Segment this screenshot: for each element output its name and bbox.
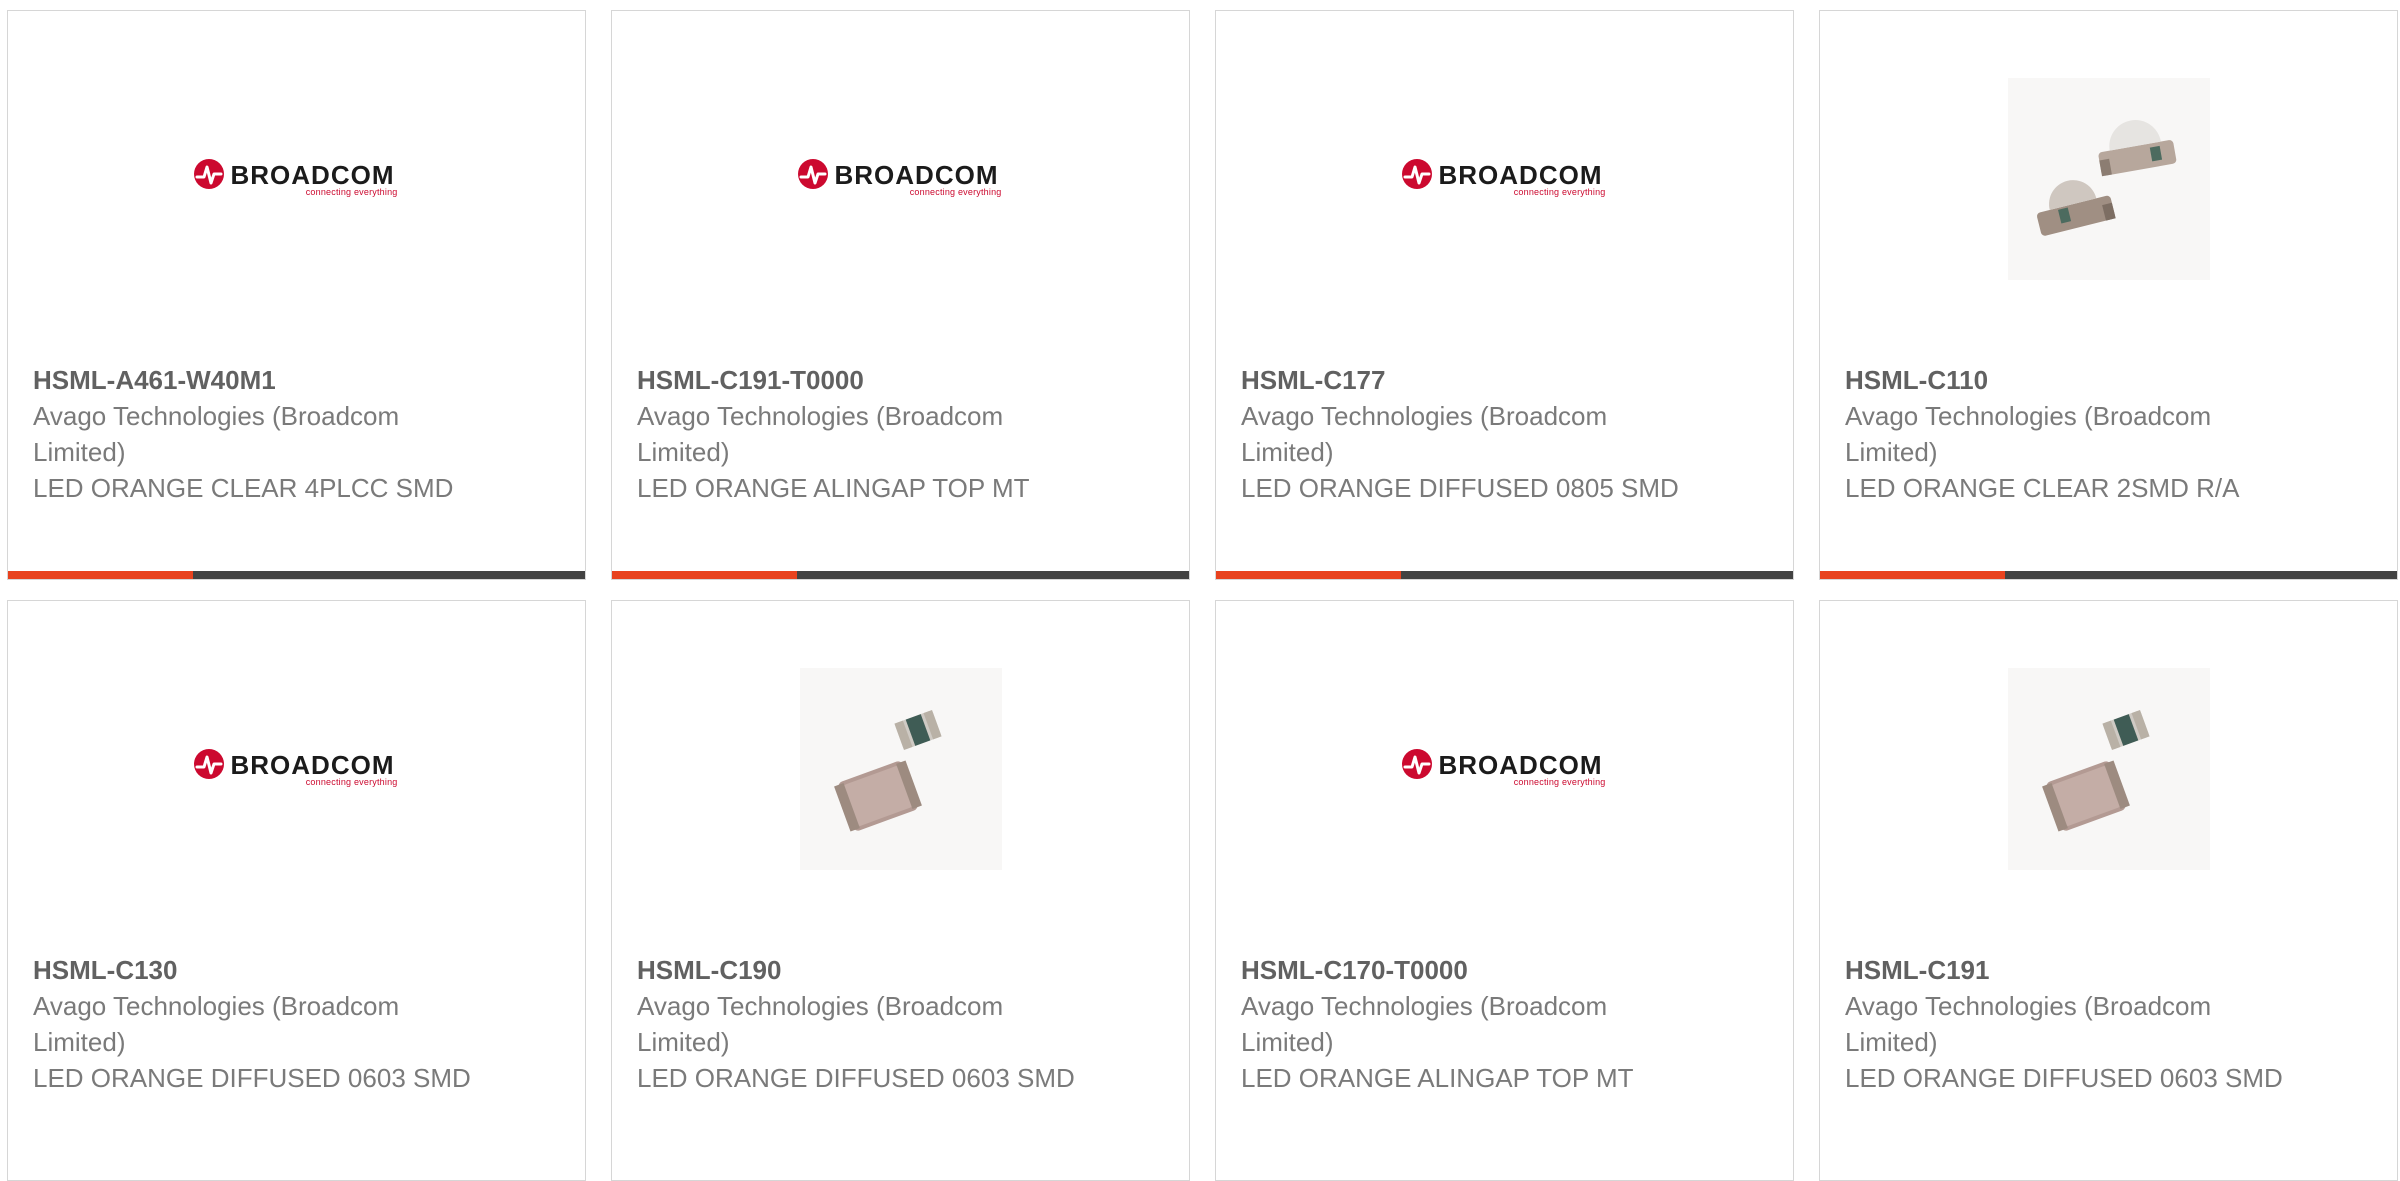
product-info: HSML-C190 Avago Technologies (Broadcom L… [637,952,1077,1096]
product-card[interactable]: HSML-C190 Avago Technologies (Broadcom L… [611,600,1190,1181]
product-manufacturer: Avago Technologies (Broadcom Limited) [33,401,400,467]
broadcom-mark-icon [1401,158,1432,189]
product-description: LED ORANGE DIFFUSED 0805 SMD [1241,473,1679,503]
product-manufacturer: Avago Technologies (Broadcom Limited) [637,401,1004,467]
broadcom-logo: BROADCOM connecting everything [193,748,400,789]
product-info: HSML-C130 Avago Technologies (Broadcom L… [33,952,473,1096]
product-info: HSML-C177 Avago Technologies (Broadcom L… [1241,362,1681,506]
product-description: LED ORANGE DIFFUSED 0603 SMD [33,1063,471,1093]
card-progress-bar [8,571,585,579]
product-part-number[interactable]: HSML-C190 [637,952,1077,988]
product-grid: BROADCOM connecting everything HSML-A461… [0,0,2400,1181]
broadcom-mark-icon [193,158,224,189]
product-manufacturer: Avago Technologies (Broadcom Limited) [1845,401,2212,467]
product-info: HSML-C110 Avago Technologies (Broadcom L… [1845,362,2285,506]
product-card[interactable]: BROADCOM connecting everything HSML-C130… [7,600,586,1181]
product-part-number[interactable]: HSML-C191-T0000 [637,362,1077,398]
product-card[interactable]: BROADCOM connecting everything HSML-A461… [7,10,586,580]
broadcom-wordmark: BROADCOM [230,159,395,190]
broadcom-tagline: connecting everything [305,776,398,787]
card-progress-bar [1216,571,1793,579]
card-progress-fill [612,571,798,579]
product-card[interactable]: HSML-C191 Avago Technologies (Broadcom L… [1819,600,2398,1181]
product-image[interactable]: BROADCOM connecting everything [8,11,585,346]
product-card[interactable]: BROADCOM connecting everything HSML-C177… [1215,10,1794,580]
card-progress-bar [612,571,1189,579]
product-manufacturer: Avago Technologies (Broadcom Limited) [1845,991,2212,1057]
card-progress-fill [1216,571,1402,579]
product-description: LED ORANGE CLEAR 2SMD R/A [1845,473,2240,503]
led-chip-photo [2007,667,2210,870]
product-part-number[interactable]: HSML-C191 [1845,952,2285,988]
broadcom-tagline: connecting everything [1513,186,1606,197]
product-part-number[interactable]: HSML-C130 [33,952,473,988]
product-image[interactable] [1820,11,2397,346]
product-card[interactable]: HSML-C110 Avago Technologies (Broadcom L… [1819,10,2398,580]
product-info: HSML-C170-T0000 Avago Technologies (Broa… [1241,952,1681,1096]
product-manufacturer: Avago Technologies (Broadcom Limited) [33,991,400,1057]
broadcom-mark-icon [797,158,828,189]
broadcom-tagline: connecting everything [305,186,398,197]
broadcom-logo: BROADCOM connecting everything [1401,748,1608,789]
broadcom-tagline: connecting everything [1513,776,1606,787]
product-info: HSML-A461-W40M1 Avago Technologies (Broa… [33,362,473,506]
product-description: LED ORANGE DIFFUSED 0603 SMD [637,1063,1075,1093]
broadcom-wordmark: BROADCOM [1438,749,1603,780]
card-progress-bar [1820,571,2397,579]
product-image[interactable]: BROADCOM connecting everything [612,11,1189,346]
broadcom-logo: BROADCOM connecting everything [797,158,1004,199]
broadcom-wordmark: BROADCOM [230,749,395,780]
product-card[interactable]: BROADCOM connecting everything HSML-C170… [1215,600,1794,1181]
product-image[interactable]: BROADCOM connecting everything [1216,11,1793,346]
broadcom-wordmark: BROADCOM [1438,159,1603,190]
product-info: HSML-C191-T0000 Avago Technologies (Broa… [637,362,1077,506]
card-progress-fill [1820,571,2006,579]
product-manufacturer: Avago Technologies (Broadcom Limited) [1241,401,1608,467]
product-info: HSML-C191 Avago Technologies (Broadcom L… [1845,952,2285,1096]
product-part-number[interactable]: HSML-C110 [1845,362,2285,398]
broadcom-mark-icon [1401,748,1432,779]
product-image[interactable]: BROADCOM connecting everything [1216,601,1793,936]
led-chip-photo [799,667,1002,870]
product-part-number[interactable]: HSML-C170-T0000 [1241,952,1681,988]
product-part-number[interactable]: HSML-A461-W40M1 [33,362,473,398]
card-progress-fill [8,571,194,579]
product-image[interactable] [612,601,1189,936]
product-description: LED ORANGE ALINGAP TOP MT [1241,1063,1634,1093]
product-manufacturer: Avago Technologies (Broadcom Limited) [1241,991,1608,1057]
product-part-number[interactable]: HSML-C177 [1241,362,1681,398]
product-card[interactable]: BROADCOM connecting everything HSML-C191… [611,10,1190,580]
product-image[interactable] [1820,601,2397,936]
product-description: LED ORANGE DIFFUSED 0603 SMD [1845,1063,2283,1093]
broadcom-mark-icon [193,748,224,779]
broadcom-tagline: connecting everything [909,186,1002,197]
broadcom-logo: BROADCOM connecting everything [1401,158,1608,199]
led-right-angle-photo [2007,77,2210,280]
product-description: LED ORANGE CLEAR 4PLCC SMD [33,473,454,503]
product-description: LED ORANGE ALINGAP TOP MT [637,473,1030,503]
broadcom-wordmark: BROADCOM [834,159,999,190]
product-manufacturer: Avago Technologies (Broadcom Limited) [637,991,1004,1057]
product-image[interactable]: BROADCOM connecting everything [8,601,585,936]
broadcom-logo: BROADCOM connecting everything [193,158,400,199]
